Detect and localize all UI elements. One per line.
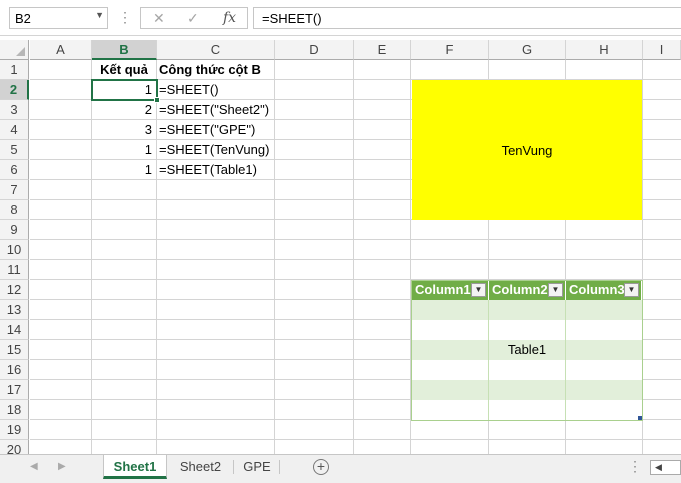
column-header-b[interactable]: B [92, 40, 157, 60]
row-header-4[interactable]: 4 [0, 120, 29, 140]
row-header-5[interactable]: 5 [0, 140, 29, 160]
scroll-tabs-right-icon[interactable]: ▶ [58, 461, 66, 472]
formula-input[interactable]: =SHEET() [253, 7, 681, 29]
row-header-18[interactable]: 18 [0, 400, 29, 420]
insert-function-icon[interactable]: fx [223, 9, 236, 27]
table-row[interactable] [412, 300, 642, 320]
gridline [30, 239, 681, 240]
column-header-a[interactable]: A [30, 40, 92, 60]
tab-separator [233, 460, 234, 474]
select-all-button[interactable] [0, 40, 29, 60]
gridline [30, 259, 681, 260]
column-header-c[interactable]: C [157, 40, 275, 60]
name-box-value: B2 [15, 11, 31, 26]
dropdown-arrow-icon[interactable]: ▼ [548, 283, 563, 297]
table-resize-handle[interactable] [638, 416, 642, 420]
table-header-label: Column1 [415, 282, 471, 297]
column-header-e[interactable]: E [354, 40, 411, 60]
row-header-13[interactable]: 13 [0, 300, 29, 320]
tab-sheet1[interactable]: Sheet1 [103, 455, 167, 479]
row-header-20[interactable]: 20 [0, 440, 29, 454]
tenvung-shape[interactable]: TenVung [412, 80, 642, 220]
chevron-down-icon[interactable]: ▼ [95, 10, 104, 20]
row-header-15[interactable]: 15 [0, 340, 29, 360]
add-sheet-icon[interactable]: + [313, 459, 329, 475]
row-header-11[interactable]: 11 [0, 260, 29, 280]
row-header-12[interactable]: 12 [0, 280, 29, 300]
tab-sheet2[interactable]: Sheet2 [169, 455, 232, 479]
cell-c3[interactable]: =SHEET("Sheet2") [157, 100, 274, 120]
row-header-19[interactable]: 19 [0, 420, 29, 440]
row-header-6[interactable]: 6 [0, 160, 29, 180]
worksheet-grid[interactable]: A B C D E F G H I 1 2 3 4 5 6 7 8 9 10 1… [0, 40, 681, 454]
row-header-1[interactable]: 1 [0, 60, 29, 80]
cell-b5[interactable]: 1 [92, 140, 156, 160]
fill-handle[interactable] [154, 97, 160, 103]
table-header-column1[interactable]: Column1 ▼ [412, 280, 489, 300]
table-row[interactable] [412, 400, 642, 420]
formula-bar: B2 ▼ ⋮ ✕ ✓ fx =SHEET() [0, 0, 681, 36]
table-header-label: Column3 [569, 282, 625, 297]
shape-label: TenVung [501, 142, 553, 158]
tab-gpe[interactable]: GPE [236, 455, 278, 479]
table-divider [488, 300, 489, 420]
cell-c2[interactable]: =SHEET() [157, 80, 274, 100]
enter-icon[interactable]: ✓ [187, 9, 199, 27]
row-header-2[interactable]: 2 [0, 80, 29, 100]
cell-c6[interactable]: =SHEET(Table1) [157, 160, 274, 180]
row-header-9[interactable]: 9 [0, 220, 29, 240]
cell-c5[interactable]: =SHEET(TenVung) [157, 140, 274, 160]
row-header-3[interactable]: 3 [0, 100, 29, 120]
row-header-16[interactable]: 16 [0, 360, 29, 380]
name-box[interactable]: B2 ▼ [9, 7, 108, 29]
formula-bar-grip-icon: ⋮ [118, 9, 132, 25]
column-header-d[interactable]: D [275, 40, 354, 60]
cell-b4[interactable]: 3 [92, 120, 156, 140]
dropdown-arrow-icon[interactable]: ▼ [471, 283, 486, 297]
gridline [30, 439, 681, 440]
column-header-f[interactable]: F [411, 40, 489, 60]
row-header-17[interactable]: 17 [0, 380, 29, 400]
cell-c4[interactable]: =SHEET("GPE") [157, 120, 274, 140]
horizontal-scrollbar[interactable]: ◀ [650, 460, 681, 475]
table-header-column2[interactable]: Column2 ▼ [489, 280, 566, 300]
more-icon[interactable]: ⋮ [628, 458, 642, 475]
table-name-label: Table1 [507, 342, 547, 357]
cell-c1[interactable]: Công thức cột B [157, 60, 274, 80]
column-header-g[interactable]: G [489, 40, 566, 60]
sheet-tab-bar: ◀ ▶ Sheet1 Sheet2 GPE + ⋮ ◀ [0, 454, 681, 483]
table-row[interactable] [412, 320, 642, 340]
formula-text: =SHEET() [262, 11, 322, 26]
column-header-i[interactable]: I [643, 40, 681, 60]
column-header-h[interactable]: H [566, 40, 643, 60]
tab-separator [279, 460, 280, 474]
table-row[interactable] [412, 360, 642, 380]
cancel-icon[interactable]: ✕ [153, 9, 165, 27]
row-header-8[interactable]: 8 [0, 200, 29, 220]
active-cell-border [91, 79, 158, 101]
row-header-7[interactable]: 7 [0, 180, 29, 200]
dropdown-arrow-icon[interactable]: ▼ [624, 283, 639, 297]
table-header-label: Column2 [492, 282, 548, 297]
row-header-10[interactable]: 10 [0, 240, 29, 260]
row-header-14[interactable]: 14 [0, 320, 29, 340]
formula-buttons: ✕ ✓ fx [140, 7, 248, 29]
scroll-tabs-left-icon[interactable]: ◀ [30, 461, 38, 472]
cell-b6[interactable]: 1 [92, 160, 156, 180]
table-row[interactable] [412, 380, 642, 400]
cell-b1[interactable]: Kết quả [92, 60, 156, 80]
cell-b3[interactable]: 2 [92, 100, 156, 120]
table-divider [565, 300, 566, 420]
scroll-left-icon[interactable]: ◀ [655, 461, 662, 474]
table-header-column3[interactable]: Column3 ▼ [566, 280, 642, 300]
